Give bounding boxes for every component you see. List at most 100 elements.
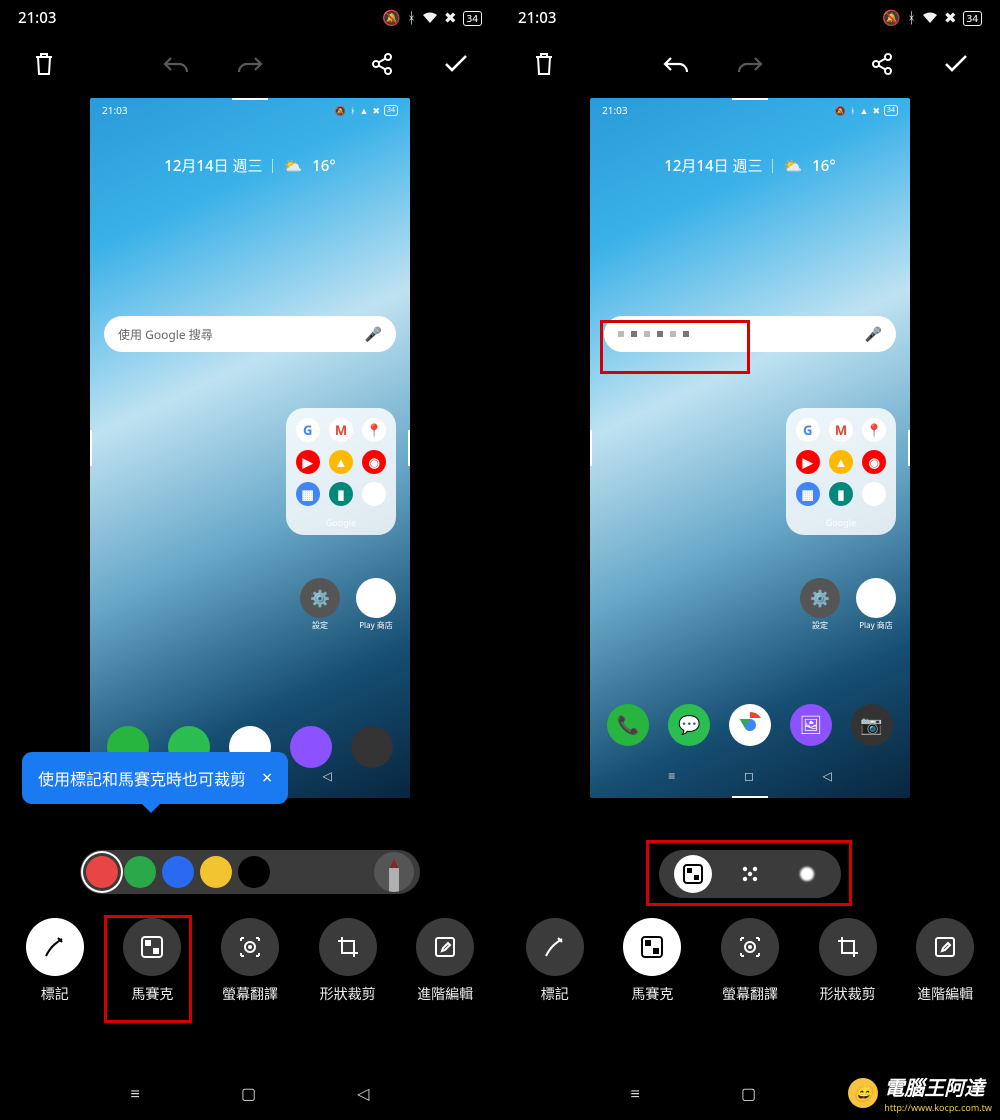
watermark: 😄 電腦王阿達 http://www.kocpc.com.tw xyxy=(848,1072,992,1114)
home-date-weather: 12月14日 週三 ⛅ 16° xyxy=(590,155,910,176)
crop-handle-left[interactable] xyxy=(90,430,92,466)
wifi-icon: ▲ xyxy=(360,104,369,117)
color-blue[interactable] xyxy=(162,856,194,888)
editor-tools-row: 標記 馬賽克 螢幕翻譯 形狀裁剪 進階編輯 xyxy=(0,918,500,1004)
pen-style-button[interactable] xyxy=(374,852,414,892)
gmail-icon: M xyxy=(829,418,853,442)
right-panel: 21:03 🔕 ᚼ ✖ 34 xyxy=(500,0,1000,1120)
crop-handle-top[interactable] xyxy=(732,98,768,100)
left-panel: 21:03 🔕 ᚼ ✖ 34 xyxy=(0,0,500,1120)
crop-handle-br[interactable] xyxy=(894,782,910,798)
status-time: 21:03 xyxy=(518,8,556,28)
crop-handle-top[interactable] xyxy=(232,98,268,100)
bluetooth-icon: ᚼ xyxy=(350,104,355,117)
inner-nav-bar: ≡ ◻ ◁ xyxy=(590,767,910,784)
tool-markup[interactable]: 標記 xyxy=(10,918,100,1004)
undo-button[interactable] xyxy=(662,50,690,78)
tool-markup-label: 標記 xyxy=(541,984,569,1004)
nav-recent-icon[interactable]: ≡ xyxy=(631,1082,640,1104)
inner-status-bar: 21:03 🔕 ᚼ ▲ ✖ 34 xyxy=(590,98,910,119)
tool-translate[interactable]: 螢幕翻譯 xyxy=(205,918,295,1004)
undo-button[interactable] xyxy=(162,50,190,78)
mosaic-style-pattern[interactable] xyxy=(731,855,769,893)
tool-shapecrop[interactable]: 形狀裁剪 xyxy=(303,918,393,1004)
calendar-icon: ▦ xyxy=(796,482,820,506)
mosaic-style-blur[interactable] xyxy=(788,855,826,893)
status-icons-group: 🔕 ᚼ ✖ 34 xyxy=(882,8,982,28)
wifi-icon: ▲ xyxy=(860,104,869,117)
watermark-title: 電腦王阿達 xyxy=(884,1074,984,1101)
nav-home-icon[interactable]: ▢ xyxy=(241,1082,256,1104)
confirm-button[interactable] xyxy=(442,50,470,78)
home-apps-row: ⚙️ 設定 ▶ Play 商店 xyxy=(800,578,896,631)
inner-battery: 34 xyxy=(884,105,898,116)
confirm-button[interactable] xyxy=(942,50,970,78)
tool-shapecrop[interactable]: 形狀裁剪 xyxy=(803,918,893,1004)
tool-advanced[interactable]: 進階編輯 xyxy=(400,918,490,1004)
color-green[interactable] xyxy=(124,856,156,888)
wifi-icon xyxy=(922,12,938,24)
maps-icon: 📍 xyxy=(862,418,886,442)
nav-back-icon[interactable]: ◁ xyxy=(357,1082,369,1104)
hint-close-button[interactable]: × xyxy=(262,766,272,790)
crop-handle-left[interactable] xyxy=(590,430,592,466)
color-yellow[interactable] xyxy=(200,856,232,888)
crop-handle-br[interactable] xyxy=(394,782,410,798)
redo-button[interactable] xyxy=(236,50,264,78)
tool-mosaic-label: 馬賽克 xyxy=(631,984,673,1004)
camera-app-icon: 📷 xyxy=(851,704,893,746)
screenshot-preview[interactable]: 21:03 🔕 ᚼ ▲ ✖ 34 12月14日 週三 ⛅ 16° 🎤 G xyxy=(590,98,910,798)
playstore-label: Play 商店 xyxy=(359,620,393,631)
share-button[interactable] xyxy=(368,50,396,78)
hint-tooltip: 使用標記和馬賽克時也可裁剪 × xyxy=(22,752,288,804)
playstore-icon: ▶ xyxy=(356,578,396,618)
crop-handle-right[interactable] xyxy=(408,430,410,466)
tool-translate[interactable]: 螢幕翻譯 xyxy=(705,918,795,1004)
tool-mosaic[interactable]: 馬賽克 xyxy=(107,918,197,1004)
x-icon: ✖ xyxy=(372,104,380,117)
screenshot-preview[interactable]: 21:03 🔕 ᚼ ▲ ✖ 34 12月14日 週三 ⛅ 16° 使用 Goog… xyxy=(90,98,410,798)
redo-button[interactable] xyxy=(736,50,764,78)
folder-label: Google xyxy=(326,516,356,529)
photos-icon: ✿ xyxy=(862,482,886,506)
crop-handle-bl[interactable] xyxy=(590,782,606,798)
mic-icon: 🎤 xyxy=(365,325,382,344)
search-placeholder: 使用 Google 搜尋 xyxy=(118,326,213,343)
playstore-icon: ▶ xyxy=(856,578,896,618)
google-search-bar-mosaicked: 🎤 xyxy=(604,316,896,352)
tool-advanced-label: 進階編輯 xyxy=(417,984,473,1004)
watermark-mascot-icon: 😄 xyxy=(848,1078,878,1108)
settings-label: 設定 xyxy=(312,620,328,631)
delete-button[interactable] xyxy=(30,50,58,78)
nav-recent-icon[interactable]: ≡ xyxy=(131,1082,140,1104)
mosaic-style-pixel[interactable] xyxy=(674,855,712,893)
tool-mosaic[interactable]: 馬賽克 xyxy=(607,918,697,1004)
tool-advanced[interactable]: 進階編輯 xyxy=(900,918,990,1004)
settings-label: 設定 xyxy=(812,620,828,631)
system-nav-bar: ≡ ▢ ◁ xyxy=(0,1082,500,1104)
home-date: 12月14日 週三 xyxy=(664,155,762,176)
calendar-icon: ▦ xyxy=(296,482,320,506)
settings-icon: ⚙️ xyxy=(800,578,840,618)
marker-color-picker xyxy=(80,850,420,894)
crop-handle-tl[interactable] xyxy=(90,98,106,114)
home-temp: 16° xyxy=(312,156,336,176)
share-button[interactable] xyxy=(868,50,896,78)
inner-battery: 34 xyxy=(384,105,398,116)
delete-button[interactable] xyxy=(530,50,558,78)
tool-markup[interactable]: 標記 xyxy=(510,918,600,1004)
battery-badge: 34 xyxy=(463,11,482,26)
crop-handle-right[interactable] xyxy=(908,430,910,466)
chrome-app-icon xyxy=(729,704,771,746)
color-red[interactable] xyxy=(86,856,118,888)
crop-handle-tl[interactable] xyxy=(590,98,606,114)
editor-tools-row: 標記 馬賽克 螢幕翻譯 形狀裁剪 進階編輯 xyxy=(500,918,1000,1004)
tool-markup-label: 標記 xyxy=(41,984,69,1004)
watermark-url: http://www.kocpc.com.tw xyxy=(884,1101,992,1114)
crop-handle-bottom[interactable] xyxy=(732,796,768,798)
nav-home-icon[interactable]: ▢ xyxy=(741,1082,756,1104)
home-dock: 📞 💬 🖼 📷 xyxy=(590,704,910,746)
drive-icon: ▲ xyxy=(829,450,853,474)
color-black[interactable] xyxy=(238,856,270,888)
camera-app-icon xyxy=(351,726,393,768)
